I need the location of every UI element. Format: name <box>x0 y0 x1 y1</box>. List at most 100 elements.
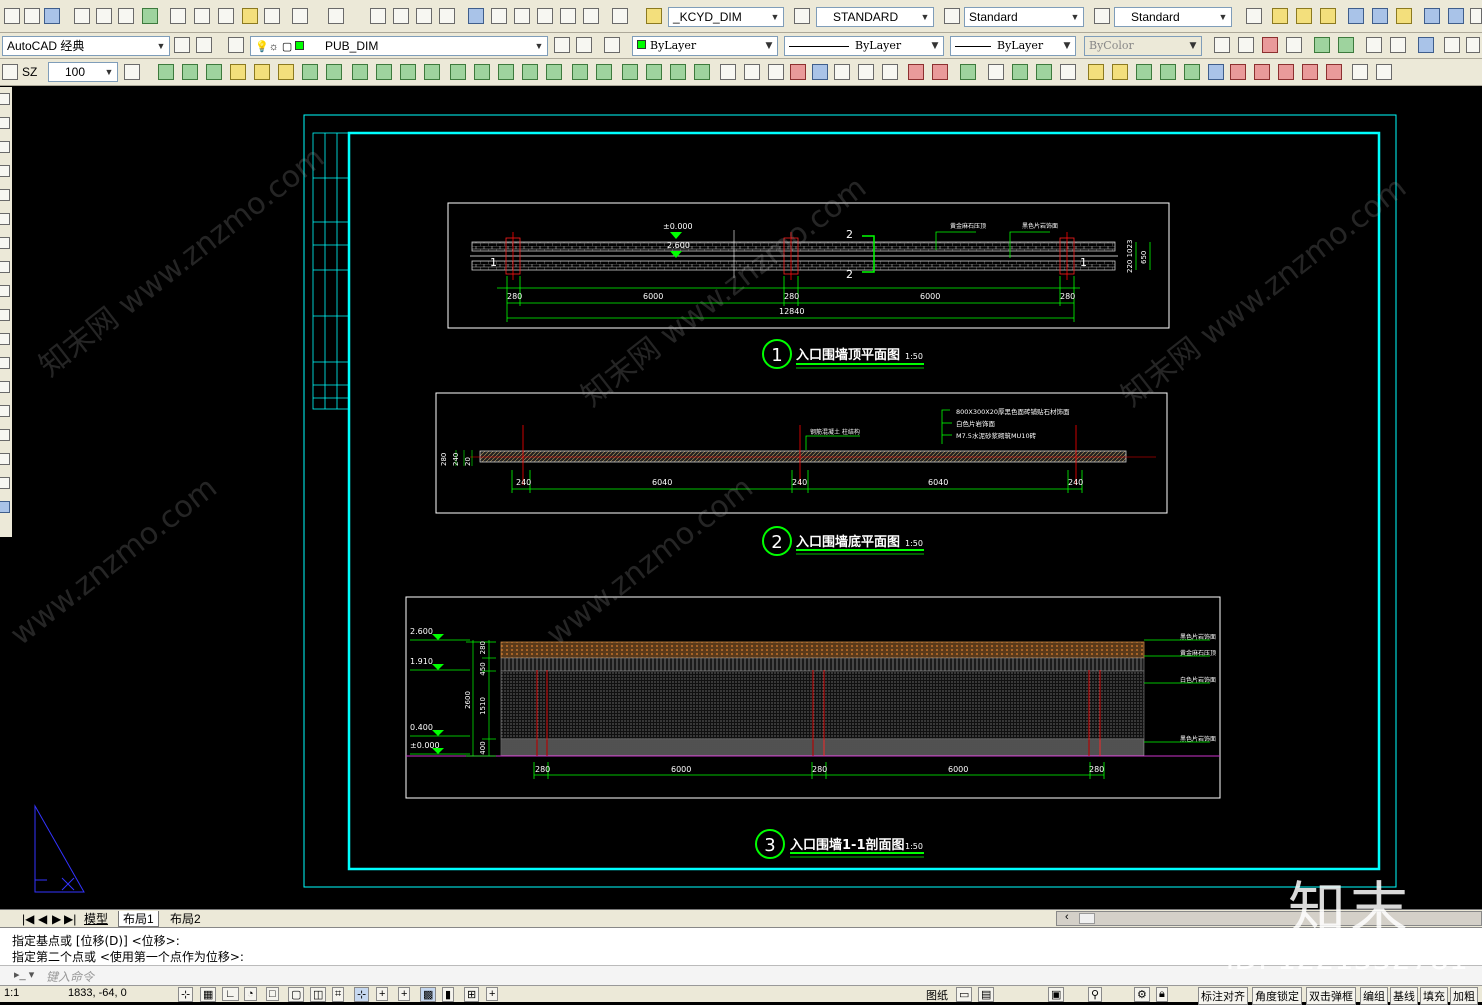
text-style-icon[interactable] <box>646 8 662 24</box>
snap-toggle-icon[interactable]: ⊹ <box>178 987 194 1002</box>
paste-icon[interactable] <box>218 8 234 24</box>
gear-icon[interactable] <box>2 64 18 80</box>
status-btn-group[interactable]: 编组 <box>1360 987 1388 1005</box>
arc-icon[interactable] <box>0 213 10 225</box>
save-icon[interactable] <box>44 8 60 24</box>
tool-icon[interactable] <box>1088 64 1104 80</box>
sheet-set-icon[interactable] <box>537 8 553 24</box>
open-file-icon[interactable] <box>24 8 40 24</box>
layer-iso-icon[interactable] <box>1314 37 1330 53</box>
freeze-icon[interactable] <box>1372 8 1388 24</box>
tool-icon[interactable] <box>1036 64 1052 80</box>
tool-icon[interactable] <box>522 64 538 80</box>
workspace-gear-icon[interactable]: ⚙ <box>1134 987 1150 1002</box>
scale-apply-icon[interactable] <box>124 64 140 80</box>
color-select[interactable]: ByLayer ▼ <box>632 36 778 56</box>
tool-icon[interactable] <box>230 64 246 80</box>
dim-continue-icon[interactable] <box>1390 37 1406 53</box>
command-input[interactable]: 键入命令 <box>46 968 94 985</box>
gradient-icon[interactable] <box>0 405 10 417</box>
annotation-scale[interactable]: 1:1 <box>4 987 19 999</box>
layer-uniso-icon[interactable] <box>1338 37 1354 53</box>
horizontal-scrollbar[interactable]: ‹ <box>1056 911 1482 926</box>
status-btn-angle-lock[interactable]: 角度锁定 <box>1252 987 1302 1005</box>
mtext-icon[interactable] <box>0 477 10 489</box>
tool-icon[interactable] <box>1208 64 1224 80</box>
ducs-toggle-icon[interactable]: ⌗ <box>332 987 345 1002</box>
extend-icon[interactable] <box>1444 37 1460 53</box>
linetype-select[interactable]: ByLayer ▼ <box>784 36 944 56</box>
table-icon[interactable] <box>1278 64 1294 80</box>
tool-icon[interactable] <box>1060 64 1076 80</box>
tool-icon[interactable] <box>988 64 1004 80</box>
layout-icon[interactable]: ▤ <box>978 987 995 1002</box>
status-btn-fill[interactable]: 填充 <box>1420 987 1448 1005</box>
tool-icon[interactable] <box>694 64 710 80</box>
make-block-icon[interactable] <box>0 333 10 345</box>
lock-icon[interactable] <box>1424 8 1440 24</box>
tool-icon[interactable] <box>254 64 270 80</box>
text-style-select[interactable]: _KCYD_DIM ▼ <box>668 7 784 27</box>
properties-icon[interactable] <box>468 8 484 24</box>
viewport-icon[interactable]: ▭ <box>956 987 973 1002</box>
tool-icon[interactable] <box>206 64 222 80</box>
text-tt-icon[interactable] <box>1262 37 1278 53</box>
tool-icon[interactable] <box>1230 64 1246 80</box>
tool-icon[interactable] <box>882 64 898 80</box>
bulb-icon[interactable] <box>1272 8 1288 24</box>
3d-dwf-icon[interactable] <box>142 8 158 24</box>
tool-icon[interactable] <box>1302 64 1318 80</box>
tool-icon[interactable] <box>960 64 976 80</box>
region-icon[interactable] <box>0 429 10 441</box>
qp-toggle-icon[interactable]: ▩ <box>420 987 437 1002</box>
tool-icon[interactable] <box>790 64 806 80</box>
layer-properties-icon[interactable] <box>228 37 244 53</box>
workspace-select[interactable]: AutoCAD 经典 ▼ <box>2 36 170 56</box>
plus-icon[interactable]: + <box>486 987 499 1001</box>
new-file-icon[interactable] <box>4 8 20 24</box>
status-btn-dim-align[interactable]: 标注对齐 <box>1198 987 1248 1005</box>
rectangle-icon[interactable] <box>0 189 10 201</box>
3d-osnap-toggle-icon[interactable]: ▢ <box>288 987 305 1002</box>
tool-icon[interactable] <box>572 64 588 80</box>
layer-previous-icon[interactable] <box>576 37 592 53</box>
hatch-icon[interactable] <box>0 381 10 393</box>
zoom-previous-icon[interactable] <box>439 8 455 24</box>
tool-icon[interactable] <box>834 64 850 80</box>
polar-toggle-icon[interactable]: ◔ <box>244 987 257 1001</box>
insert-block-icon[interactable] <box>0 309 10 321</box>
tool-icon[interactable] <box>646 64 662 80</box>
tab-model[interactable]: 模型 <box>80 911 112 927</box>
undo-icon[interactable] <box>292 8 308 24</box>
spline-icon[interactable] <box>0 261 10 273</box>
grid-toggle-icon[interactable]: ▦ <box>200 987 217 1002</box>
ortho-toggle-icon[interactable]: ∟ <box>222 987 239 1001</box>
cad-drawing[interactable]: ±0.000 2.600 2 2 1 1 黄金麻石压顶 黑色片岩饰面 280 6… <box>17 87 1482 909</box>
publish-icon[interactable] <box>118 8 134 24</box>
bulb-icon[interactable] <box>1296 8 1312 24</box>
tool-icon[interactable] <box>596 64 612 80</box>
workspace-save-icon[interactable] <box>196 37 212 53</box>
circle-icon[interactable] <box>0 141 10 153</box>
tab-nav-last[interactable]: ▶| <box>60 911 80 927</box>
tool-icon[interactable] <box>1184 64 1200 80</box>
ellipse-icon[interactable] <box>0 285 10 297</box>
tool-icon[interactable] <box>450 64 466 80</box>
table-icon[interactable] <box>0 453 10 465</box>
osnap-toggle-icon[interactable]: □ <box>266 987 279 1001</box>
overflow-icon[interactable] <box>1466 37 1480 53</box>
help-icon[interactable] <box>612 8 628 24</box>
am-toggle-icon[interactable]: ⊞ <box>464 987 480 1002</box>
lock-icon[interactable]: 🔒︎ <box>1156 987 1168 1002</box>
tool-icon[interactable] <box>744 64 760 80</box>
tool-icon[interactable] <box>858 64 874 80</box>
polygon-icon[interactable] <box>0 165 10 177</box>
lineweight-select[interactable]: ByLayer ▼ <box>950 36 1076 56</box>
scroll-thumb[interactable] <box>1079 913 1095 924</box>
status-btn-baseline[interactable]: 基线 <box>1390 987 1418 1005</box>
multileader-style-select[interactable]: Standard ▼ <box>1114 7 1232 27</box>
lock-icon[interactable] <box>1376 64 1392 80</box>
tool-icon[interactable] <box>670 64 686 80</box>
zoom-window-icon[interactable] <box>416 8 432 24</box>
match-properties-icon[interactable] <box>242 8 258 24</box>
